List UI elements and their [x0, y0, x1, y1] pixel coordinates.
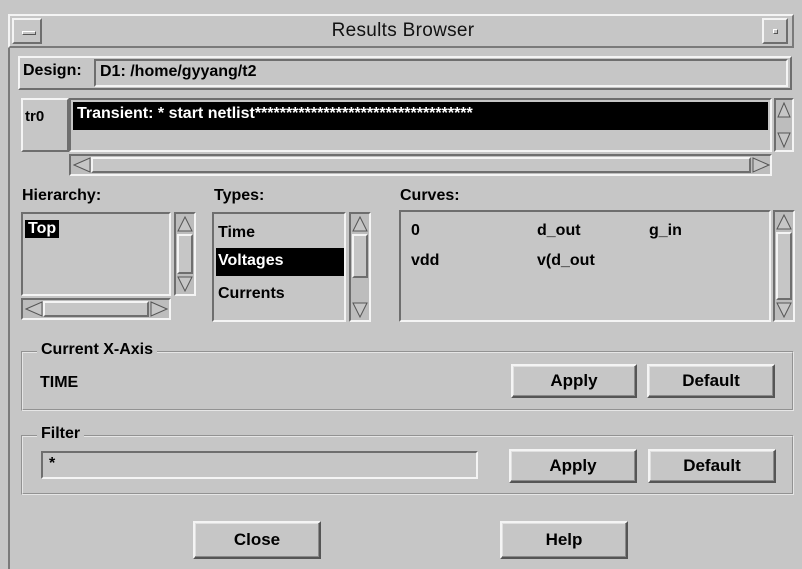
window-title: Results Browser [331, 20, 475, 41]
design-field[interactable]: D1: /home/gyyang/t2 [94, 59, 788, 87]
curves-vertical-scrollbar[interactable] [773, 210, 795, 322]
scroll-up-arrow-icon[interactable] [352, 216, 368, 232]
window-left-border [8, 48, 10, 569]
scroll-up-arrow-icon[interactable] [776, 214, 792, 230]
types-vertical-scrollbar[interactable] [349, 212, 371, 322]
scroll-down-arrow-icon[interactable] [777, 132, 791, 148]
hierarchy-horizontal-scrollbar[interactable] [21, 298, 171, 320]
hierarchy-vertical-thumb[interactable] [177, 234, 193, 274]
filter-apply-button[interactable]: Apply [509, 449, 637, 483]
types-item-currents[interactable]: Currents [218, 285, 285, 303]
filter-input[interactable]: * [41, 451, 478, 479]
scroll-up-arrow-icon[interactable] [177, 216, 193, 232]
curves-item-0[interactable]: 0 [411, 222, 420, 240]
scroll-down-arrow-icon[interactable] [177, 276, 193, 292]
curves-vertical-thumb[interactable] [776, 232, 792, 300]
types-vertical-thumb[interactable] [352, 234, 368, 278]
xaxis-value: TIME [40, 374, 79, 391]
filter-value: * [49, 455, 56, 472]
scroll-down-arrow-icon[interactable] [352, 302, 368, 318]
scroll-down-arrow-icon[interactable] [776, 302, 792, 318]
types-list[interactable]: Time Voltages Currents [212, 212, 346, 322]
run-row-selected[interactable]: Transient: * start netlist**************… [73, 102, 768, 130]
minimize-icon [773, 29, 778, 34]
xaxis-group-label: Current X-Axis [37, 341, 158, 359]
hierarchy-item-top[interactable]: Top [25, 220, 60, 238]
curves-label: Curves: [400, 187, 460, 204]
curves-item-d-out[interactable]: d_out [537, 222, 581, 240]
title-bar[interactable]: Results Browser [8, 14, 794, 48]
curves-item-vdd[interactable]: vdd [411, 252, 439, 270]
hierarchy-label: Hierarchy: [22, 187, 102, 204]
scroll-left-arrow-icon[interactable] [73, 157, 91, 173]
minimize-button[interactable] [762, 18, 788, 44]
run-id-box: tr0 [21, 98, 69, 152]
run-description: Transient: * start netlist**************… [77, 105, 473, 122]
curves-item-g-in[interactable]: g_in [649, 222, 682, 240]
run-id: tr0 [25, 108, 45, 125]
help-button[interactable]: Help [500, 521, 628, 559]
hierarchy-horizontal-thumb[interactable] [43, 301, 149, 317]
types-label: Types: [214, 187, 265, 204]
run-vertical-scrollbar[interactable] [774, 98, 794, 152]
run-horizontal-scrollbar[interactable] [69, 154, 772, 176]
filter-default-button[interactable]: Default [648, 449, 776, 483]
curves-list[interactable]: 0 d_out g_in vdd v(d_out [399, 210, 771, 322]
scroll-up-arrow-icon[interactable] [777, 102, 791, 118]
hierarchy-list[interactable]: Top [21, 212, 171, 296]
types-item-time[interactable]: Time [218, 224, 255, 242]
scroll-left-arrow-icon[interactable] [25, 301, 43, 317]
types-item-voltages: Voltages [218, 252, 284, 269]
design-value: D1: /home/gyyang/t2 [100, 63, 257, 80]
run-horizontal-thumb[interactable] [91, 157, 751, 173]
types-list-overflow [220, 314, 230, 320]
scroll-right-arrow-icon[interactable] [150, 301, 168, 317]
xaxis-apply-button[interactable]: Apply [511, 364, 637, 398]
types-item-voltages-highlight[interactable]: Voltages [216, 248, 344, 276]
scroll-right-arrow-icon[interactable] [752, 157, 770, 173]
run-list[interactable]: Transient: * start netlist**************… [69, 98, 772, 152]
close-button[interactable]: Close [193, 521, 321, 559]
xaxis-default-button[interactable]: Default [647, 364, 775, 398]
curves-item-v-d-out[interactable]: v(d_out [537, 252, 595, 270]
filter-group-label: Filter [37, 425, 85, 443]
hierarchy-vertical-scrollbar[interactable] [174, 212, 196, 296]
design-label: Design: [23, 62, 82, 79]
